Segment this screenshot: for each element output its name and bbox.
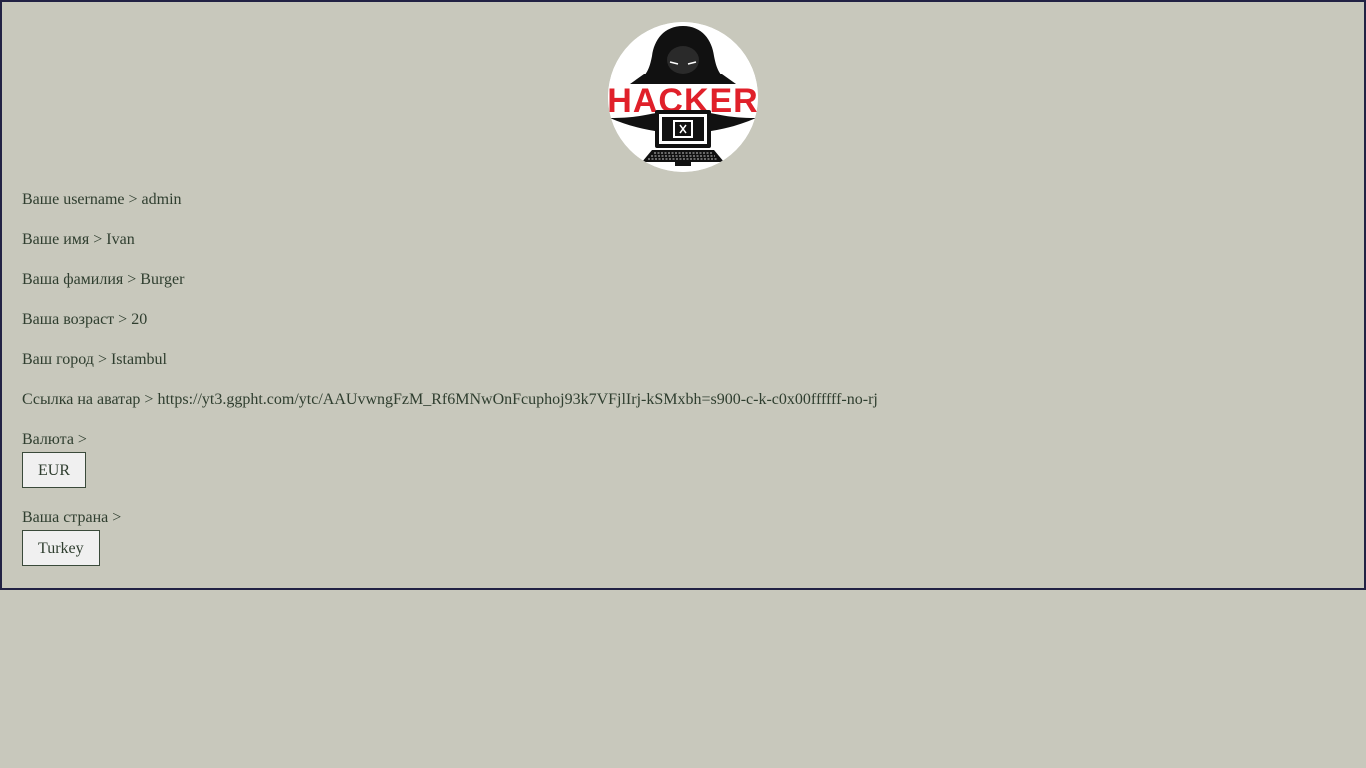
username-label: Ваше username >	[22, 191, 138, 208]
city-line: Ваш город > Istambul	[22, 350, 167, 370]
profile-card: HACKER Ваше username > admin Ваше имя > …	[0, 0, 1366, 590]
age-label: Ваша возраст >	[22, 311, 128, 328]
username-line: Ваше username > admin	[22, 190, 182, 210]
city-label: Ваш город >	[22, 351, 107, 368]
avatar-link-line: Ссылка на аватар > https://yt3.ggpht.com…	[22, 390, 878, 410]
avatar: HACKER	[608, 22, 758, 172]
country-label: Ваша страна >	[22, 509, 122, 526]
currency-label: Валюта >	[22, 431, 87, 448]
first-name-label: Ваше имя >	[22, 231, 103, 248]
age-value: 20	[131, 311, 148, 328]
username-value: admin	[141, 191, 182, 208]
hacker-logo-icon: HACKER	[608, 22, 758, 172]
avatar-link-value: https://yt3.ggpht.com/ytc/AAUvwngFzM_Rf6…	[157, 391, 878, 408]
country-line: Ваша страна >	[22, 508, 121, 528]
avatar-link-label: Ссылка на аватар >	[22, 391, 154, 408]
currency-select-button[interactable]: EUR	[22, 452, 86, 488]
last-name-line: Ваша фамилия > Burger	[22, 270, 184, 290]
age-line: Ваша возраст > 20	[22, 310, 147, 330]
country-select-button[interactable]: Turkey	[22, 530, 100, 566]
first-name-value: Ivan	[106, 231, 135, 248]
currency-line: Валюта >	[22, 430, 87, 450]
last-name-value: Burger	[140, 271, 185, 288]
city-value: Istambul	[110, 351, 167, 368]
first-name-line: Ваше имя > Ivan	[22, 230, 135, 250]
last-name-label: Ваша фамилия >	[22, 271, 137, 288]
